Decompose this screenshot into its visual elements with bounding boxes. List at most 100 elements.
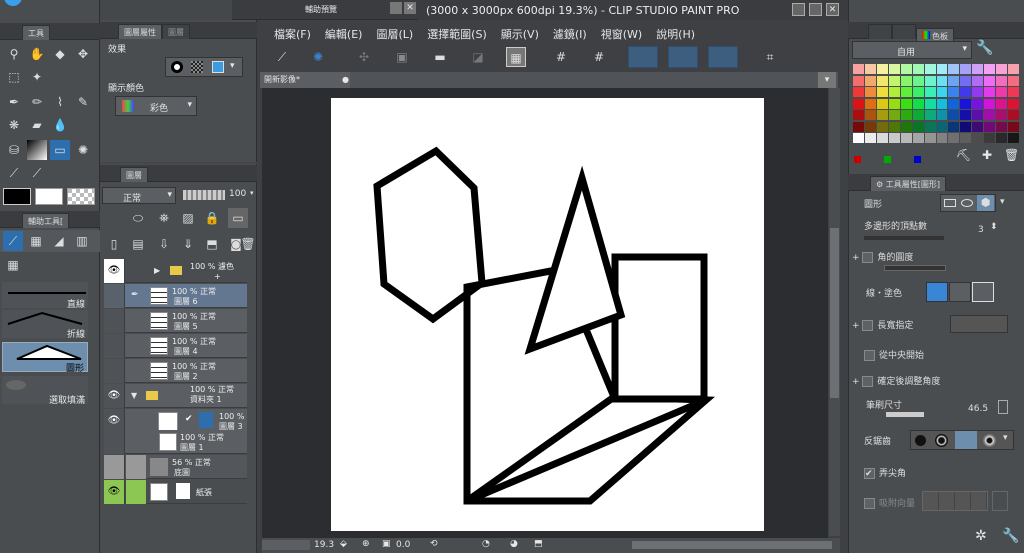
vertical-scrollbar[interactable] <box>829 88 840 536</box>
magic-wand-icon[interactable]: ✦ <box>27 67 47 87</box>
new-folder-icon[interactable]: ⬒ <box>202 234 222 254</box>
menu-view[interactable]: 顯示(V) <box>501 28 539 41</box>
fill-mode-icon[interactable] <box>926 282 948 302</box>
color-swatch[interactable] <box>924 64 936 74</box>
folder-expand-icon[interactable]: ▶ <box>154 266 160 275</box>
color-swatch[interactable] <box>972 64 984 74</box>
tab-subtool[interactable]: 輔助工具[ <box>22 213 70 228</box>
grid-icon[interactable]: # <box>551 47 571 67</box>
snap-ruler-button[interactable] <box>628 46 658 68</box>
tab-tools[interactable]: 工具 <box>22 25 50 40</box>
adjust-angle-checkbox[interactable] <box>862 376 874 387</box>
eye-icon[interactable] <box>104 455 125 479</box>
color-swatch[interactable] <box>996 110 1008 121</box>
color-swatch[interactable] <box>924 98 936 109</box>
eye-icon[interactable]: 👁 <box>104 384 125 408</box>
color-swatch[interactable] <box>876 110 888 121</box>
color-swatch[interactable] <box>853 110 864 121</box>
color-swatch[interactable] <box>936 133 948 144</box>
trash-icon[interactable]: 🗑 <box>1004 148 1019 162</box>
draft-icon[interactable]: ▨ <box>178 208 198 228</box>
layer-color-icon[interactable] <box>212 61 224 73</box>
gear-icon[interactable]: ✺ <box>308 47 328 67</box>
color-swatch[interactable] <box>984 110 996 121</box>
aa-strong-icon[interactable] <box>983 434 996 447</box>
aspect-checkbox[interactable] <box>862 320 874 331</box>
color-swatch[interactable] <box>996 121 1008 132</box>
selection-icon[interactable]: ⬚ <box>4 67 24 87</box>
color-swatch[interactable] <box>912 98 924 109</box>
snap-special-ruler-button[interactable] <box>668 46 698 68</box>
blend-mode-select[interactable]: 正常 ▾ <box>102 187 176 204</box>
color-swatch[interactable] <box>936 121 948 132</box>
ruler-category-icon[interactable]: ▥ <box>72 231 92 251</box>
color-swatch[interactable] <box>924 133 936 144</box>
swatch-red[interactable] <box>854 156 861 163</box>
swatch-green[interactable] <box>884 156 891 163</box>
color-swatch[interactable] <box>900 75 912 86</box>
color-swatch[interactable] <box>888 110 900 121</box>
color-swatch[interactable] <box>900 98 912 109</box>
operation-icon[interactable]: ◆ <box>50 44 70 64</box>
color-swatch[interactable] <box>1008 110 1019 121</box>
chevron-down-icon[interactable]: ▾ <box>250 189 254 197</box>
wrench-icon[interactable]: 🔧 <box>1002 528 1019 544</box>
color-swatch[interactable] <box>1008 87 1019 98</box>
color-swatch[interactable] <box>864 75 876 86</box>
color-swatch[interactable] <box>996 133 1008 144</box>
color-swatch[interactable] <box>912 87 924 98</box>
border-effect-icon[interactable] <box>171 61 183 73</box>
fit-icon[interactable]: ▣ <box>382 539 391 549</box>
close-tab-icon[interactable]: ● <box>342 75 349 84</box>
scroll-thumb[interactable] <box>830 228 839 398</box>
color-swatch[interactable] <box>972 110 984 121</box>
color-swatch-grid[interactable] <box>853 64 1019 144</box>
ruler-icon[interactable]: ⟋ <box>4 163 24 183</box>
layer-row[interactable]: 56 % 正常 底圖 <box>104 455 247 479</box>
color-swatch[interactable] <box>924 110 936 121</box>
color-swatch[interactable] <box>912 133 924 144</box>
color-swatch[interactable] <box>936 64 948 74</box>
corner-slider[interactable] <box>884 265 946 271</box>
menu-layer[interactable]: 圖層(L) <box>376 28 413 41</box>
lock-icon[interactable]: 🔒 <box>202 208 222 228</box>
menu-select[interactable]: 選擇範圍(S) <box>427 28 487 41</box>
chevron-down-icon[interactable]: ▾ <box>230 61 235 71</box>
color-swatch[interactable] <box>900 110 912 121</box>
eye-icon[interactable]: 👁 <box>104 259 125 283</box>
transform-icon[interactable]: ▣ <box>392 47 412 67</box>
subtool-item-straight[interactable]: 直線 <box>2 282 88 310</box>
color-swatch[interactable] <box>888 98 900 109</box>
color-swatch[interactable] <box>972 121 984 132</box>
figure-category-icon[interactable]: ◢ <box>49 231 69 251</box>
menu-edit[interactable]: 編輯(E) <box>325 28 363 41</box>
subtool-item-polyline[interactable]: 折線 <box>2 310 88 340</box>
eye-icon[interactable] <box>104 430 125 454</box>
new-vector-layer-icon[interactable]: ▤ <box>128 234 148 254</box>
minimize-icon[interactable] <box>792 3 805 16</box>
color-swatch[interactable] <box>900 64 912 74</box>
color-swatch[interactable] <box>876 64 888 74</box>
layer-row[interactable]: ✒ 100 % 正常 圖層 6 <box>104 284 247 308</box>
eye-icon[interactable] <box>104 309 125 333</box>
line-fill-mode-icon[interactable] <box>972 282 994 302</box>
tab-layer-property[interactable]: 圖層屬性 <box>118 24 162 39</box>
color-swatch[interactable] <box>1008 75 1019 86</box>
aa-weak-icon[interactable] <box>935 434 948 447</box>
subtool-item-figure[interactable]: 圖形 <box>2 342 88 374</box>
combine-icon[interactable]: ⇓ <box>178 234 198 254</box>
color-swatch[interactable] <box>864 133 876 144</box>
pen-tool-icon[interactable]: ⟋ <box>272 47 292 67</box>
minimize-icon[interactable] <box>390 2 402 14</box>
color-swatch[interactable] <box>972 87 984 98</box>
fill-icon[interactable]: ⛁ <box>4 140 24 160</box>
from-center-checkbox[interactable] <box>864 350 875 361</box>
grid-frame-icon[interactable]: ▦ <box>506 47 526 67</box>
canvas-paper[interactable] <box>331 98 764 531</box>
color-swatch[interactable] <box>960 98 972 109</box>
color-swatch[interactable] <box>876 87 888 98</box>
color-swatch[interactable] <box>900 133 912 144</box>
pen-icon[interactable]: ✒ <box>4 92 24 112</box>
color-swatch[interactable] <box>948 64 960 74</box>
line-mode-icon[interactable] <box>949 282 971 302</box>
